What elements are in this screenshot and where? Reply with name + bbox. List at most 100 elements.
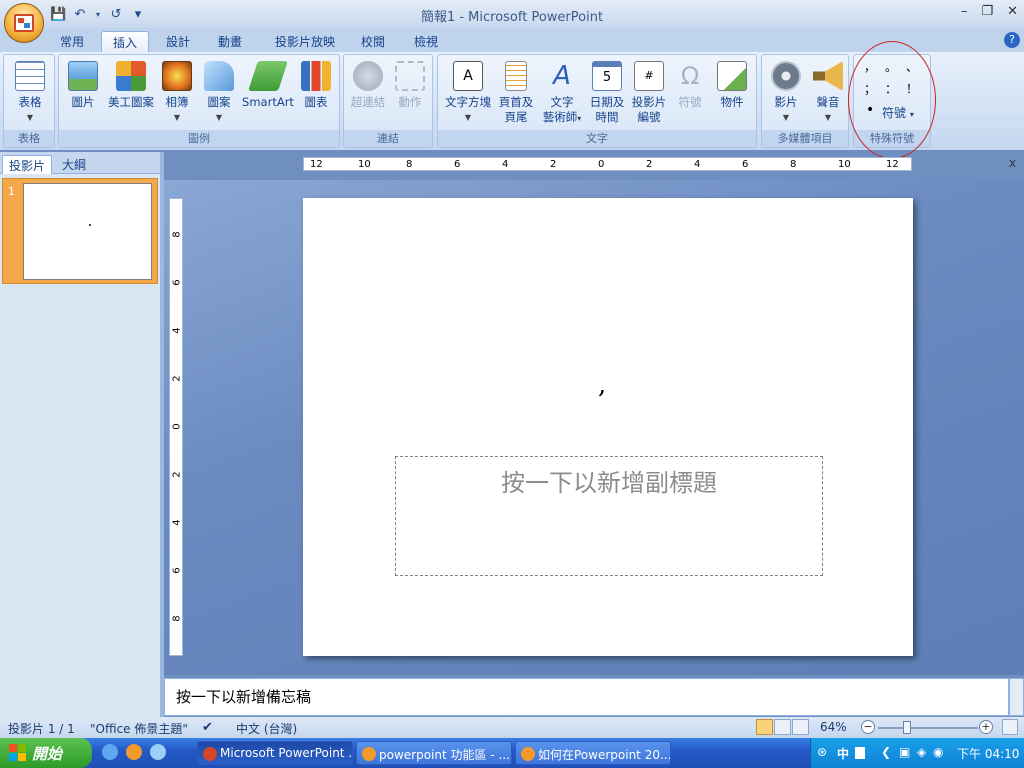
input-mode-icon[interactable] (855, 747, 865, 759)
action-button[interactable]: 動作 (390, 61, 430, 110)
tab-home[interactable]: 常用 (52, 31, 92, 52)
slide-number-icon: # (634, 61, 664, 91)
windows-logo-icon (9, 744, 27, 762)
smartart-icon (248, 61, 288, 91)
slide-canvas[interactable] (303, 198, 913, 656)
subtitle-placeholder[interactable]: 按一下以新增副標題 (395, 456, 823, 576)
task-powerpoint[interactable]: Microsoft PowerPoint ... (197, 741, 353, 765)
ruler-tick-label: 8 (171, 231, 183, 238)
symbol-button[interactable]: Ω 符號 (670, 61, 710, 110)
restore-icon[interactable]: ❐ (981, 4, 993, 19)
fit-to-window-icon[interactable] (1002, 719, 1018, 735)
show-desktop-icon[interactable] (102, 744, 118, 760)
ruler-tick-label: 2 (171, 375, 183, 382)
ruler-tick-label: 4 (694, 159, 701, 170)
group-title-media: 多媒體項目 (762, 130, 848, 147)
header-footer-icon (505, 61, 527, 91)
picture-button[interactable]: 圖片 (63, 61, 103, 110)
clock[interactable]: 下午 04:10 (957, 745, 1019, 762)
tab-animations[interactable]: 動畫 (210, 31, 250, 52)
slideshow-view-icon[interactable] (792, 719, 809, 735)
group-illustrations: 圖片 美工圖案 相簿 ▼ 圖案 ▼ SmartArt 圖表 圖例 (58, 54, 340, 148)
ruler-tick-label: 12 (310, 159, 323, 170)
security-icon[interactable]: ◉ (933, 745, 943, 759)
media-player-icon[interactable] (150, 744, 166, 760)
ruler-tick-label: 10 (358, 159, 371, 170)
group-media: 影片 ▼ 聲音 ▼ 多媒體項目 (761, 54, 849, 148)
tab-insert[interactable]: 插入 (101, 31, 149, 52)
omega-icon: Ω (680, 62, 700, 90)
group-title-table: 表格 (4, 130, 54, 147)
firefox-icon (521, 747, 535, 761)
hyperlink-button[interactable]: 超連結 (346, 61, 390, 110)
zoom-in-icon[interactable]: + (979, 720, 993, 734)
notes-scrollbar[interactable] (1009, 678, 1024, 716)
office-button[interactable] (4, 3, 44, 43)
shapes-button[interactable]: 圖案 ▼ (197, 61, 241, 125)
slide-thumbnail-number: 1 (8, 185, 15, 198)
calendar-icon: 5 (592, 61, 622, 91)
horizontal-ruler: 12 10 8 6 4 2 0 2 4 6 8 10 12 (303, 157, 912, 171)
zoom-slider-track[interactable] (878, 727, 978, 729)
tab-slideshow[interactable]: 投影片放映 (265, 31, 345, 52)
date-time-button[interactable]: 5 日期及 時間 (586, 61, 628, 125)
tab-slides[interactable]: 投影片 (2, 155, 53, 174)
table-button[interactable]: 表格 ▼ (8, 61, 52, 125)
object-button[interactable]: 物件 (712, 61, 752, 110)
wordart-button[interactable]: A 文字 藝術師▾ (538, 61, 586, 126)
slide-sorter-icon[interactable] (774, 719, 791, 735)
tab-view[interactable]: 檢視 (406, 31, 446, 52)
zoom-out-icon[interactable]: − (861, 720, 875, 734)
slide-number-button[interactable]: # 投影片 編號 (628, 61, 670, 125)
speaker-icon (813, 61, 843, 91)
zoom-slider-thumb[interactable] (903, 721, 911, 734)
window-controls: – ❐ ✕ (961, 4, 1018, 19)
status-bar: 投影片 1 / 1 "Office 佈景主題" ✔ 中文 (台灣) 64% − … (0, 717, 1024, 738)
tray-expand-icon[interactable]: ❮ (881, 745, 891, 759)
ruler-tick-label: 8 (406, 159, 413, 170)
group-text: A 文字方塊 ▼ 頁首及 頁尾 A 文字 藝術師▾ 5 日期及 時間 # 投影片 … (437, 54, 757, 148)
minimize-icon[interactable]: – (961, 4, 968, 19)
close-pane-icon[interactable]: x (1009, 156, 1016, 170)
firefox-icon (362, 747, 376, 761)
firefox-icon[interactable] (126, 744, 142, 760)
tab-review[interactable]: 校閱 (353, 31, 393, 52)
photo-album-icon (162, 61, 192, 91)
ruler-tick-label: 8 (171, 615, 183, 622)
normal-view-icon[interactable] (756, 719, 773, 735)
task-firefox-1[interactable]: powerpoint 功能區 - ... (356, 741, 512, 765)
help-icon[interactable]: ? (1004, 32, 1020, 48)
film-reel-icon (771, 61, 801, 91)
group-title-links: 連結 (344, 130, 432, 147)
task-firefox-2[interactable]: 如何在Powerpoint 20... (515, 741, 671, 765)
notes-pane[interactable]: 按一下以新增備忘稿 (164, 678, 1009, 716)
clipart-button[interactable]: 美工圖案 (103, 61, 159, 110)
chart-icon (301, 61, 331, 91)
zoom-level[interactable]: 64% (820, 720, 847, 734)
header-footer-button[interactable]: 頁首及 頁尾 (494, 61, 538, 125)
volume-icon[interactable]: ◈ (917, 745, 926, 759)
ime-icon[interactable]: ⊛ (817, 745, 827, 759)
photo-album-button[interactable]: 相簿 ▼ (159, 61, 195, 125)
ruler-tick-label: 10 (838, 159, 851, 170)
sound-button[interactable]: 聲音 ▼ (808, 61, 848, 125)
tab-design[interactable]: 設計 (158, 31, 198, 52)
theme-name: "Office 佈景主題" (90, 722, 188, 736)
spelling-check-icon[interactable]: ✔ (202, 720, 213, 735)
network-icon[interactable]: ▣ (899, 745, 910, 759)
chart-button[interactable]: 圖表 (296, 61, 336, 110)
ruler-tick-label: 8 (790, 159, 797, 170)
ruler-tick-label: 2 (646, 159, 653, 170)
textbox-button[interactable]: A 文字方塊 ▼ (442, 61, 494, 125)
group-table: 表格 ▼ 表格 (3, 54, 55, 148)
smartart-button[interactable]: SmartArt (240, 61, 296, 110)
language-indicator[interactable]: 中 (837, 745, 849, 762)
movie-button[interactable]: 影片 ▼ (766, 61, 806, 125)
close-icon[interactable]: ✕ (1007, 4, 1018, 19)
ruler-tick-label: 2 (550, 159, 557, 170)
language[interactable]: 中文 (台灣) (236, 720, 297, 737)
slide-title-text[interactable]: , (598, 370, 606, 400)
tab-outline[interactable]: 大綱 (56, 155, 92, 174)
group-links: 超連結 動作 連結 (343, 54, 433, 148)
slide-thumbnail[interactable] (23, 183, 152, 280)
